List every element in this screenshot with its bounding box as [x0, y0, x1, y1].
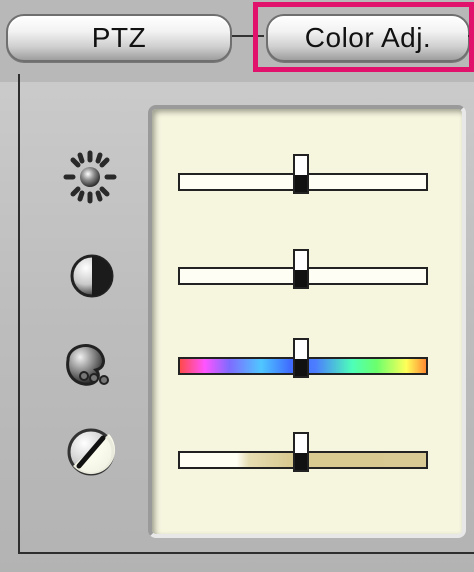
brightness-slider-thumb[interactable] [293, 154, 309, 194]
hue-icon [60, 336, 116, 392]
brightness-icon [62, 149, 118, 205]
tab-ptz-label: PTZ [91, 22, 147, 53]
selection-highlight [253, 2, 474, 72]
contrast-slider-thumb[interactable] [293, 249, 309, 289]
saturation-icon [63, 424, 119, 480]
contrast-icon [64, 248, 120, 304]
hue-slider-thumb[interactable] [293, 338, 309, 378]
saturation-slider-thumb[interactable] [293, 432, 309, 472]
tab-ptz[interactable]: PTZ [6, 14, 232, 62]
